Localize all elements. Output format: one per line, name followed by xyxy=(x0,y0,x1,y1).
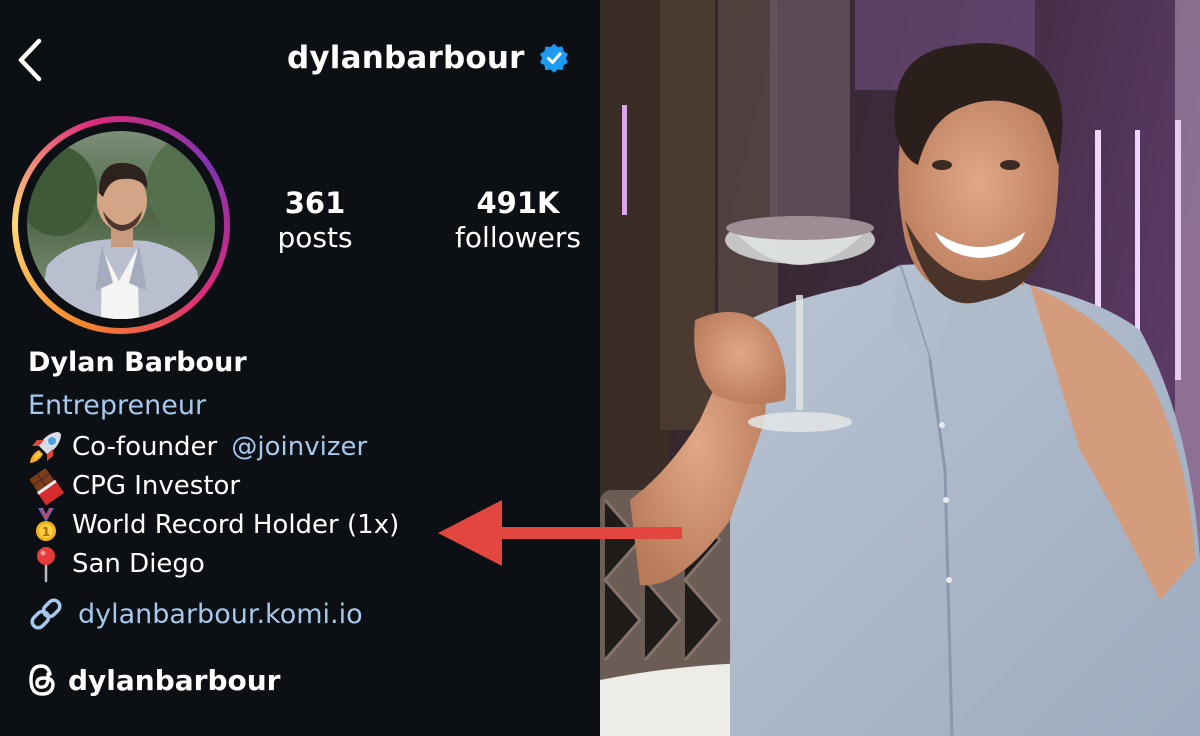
back-button[interactable] xyxy=(10,38,50,82)
post-photo xyxy=(600,0,1200,736)
posts-stat[interactable]: 361 posts xyxy=(262,186,368,255)
website-link[interactable]: dylanbarbour.komi.io xyxy=(26,594,363,634)
svg-text:1: 1 xyxy=(42,525,50,539)
profile-header: dylanbarbour xyxy=(287,40,569,76)
bio-cpg-text: CPG Investor xyxy=(72,471,241,501)
profile-panel: dylanbarbour 361 posts 491K followers Dy… xyxy=(0,0,600,736)
followers-label: followers xyxy=(455,220,581,254)
bio-line-world-record: 1 World Record Holder (1x) xyxy=(26,505,399,545)
avatar-photo xyxy=(27,131,215,319)
bio-line-location: San Diego xyxy=(26,544,205,584)
followers-count: 491K xyxy=(476,186,560,220)
chocolate-icon xyxy=(26,466,66,506)
threads-handle: dylanbarbour xyxy=(68,663,281,697)
mention-link[interactable]: @joinvizer xyxy=(231,432,367,462)
threads-icon xyxy=(29,664,55,696)
threads-link[interactable]: dylanbarbour xyxy=(26,662,281,698)
annotation-arrow xyxy=(438,500,682,566)
posts-label: posts xyxy=(277,220,353,254)
medal-icon: 1 xyxy=(26,505,66,545)
avatar[interactable] xyxy=(12,116,230,334)
website-url[interactable]: dylanbarbour.komi.io xyxy=(78,599,363,630)
link-icon xyxy=(30,598,62,630)
bio-location-text: San Diego xyxy=(72,549,205,579)
display-name: Dylan Barbour xyxy=(28,347,247,378)
posts-count: 361 xyxy=(284,186,346,220)
category-link[interactable]: Entrepreneur xyxy=(28,386,247,426)
bio-line-cpg: CPG Investor xyxy=(26,466,240,506)
bio-cofounder-text: Co-founder xyxy=(72,432,226,462)
header-username: dylanbarbour xyxy=(287,40,525,76)
bio-header: Dylan Barbour Entrepreneur xyxy=(28,346,247,426)
followers-stat[interactable]: 491K followers xyxy=(452,186,584,255)
pin-icon xyxy=(26,544,66,584)
bio-line-cofounder: Co-founder @joinvizer xyxy=(26,427,367,467)
verified-badge-icon xyxy=(539,43,568,73)
rocket-icon xyxy=(26,427,66,467)
back-icon xyxy=(18,38,42,82)
bio-world-record-text: World Record Holder (1x) xyxy=(72,510,400,540)
